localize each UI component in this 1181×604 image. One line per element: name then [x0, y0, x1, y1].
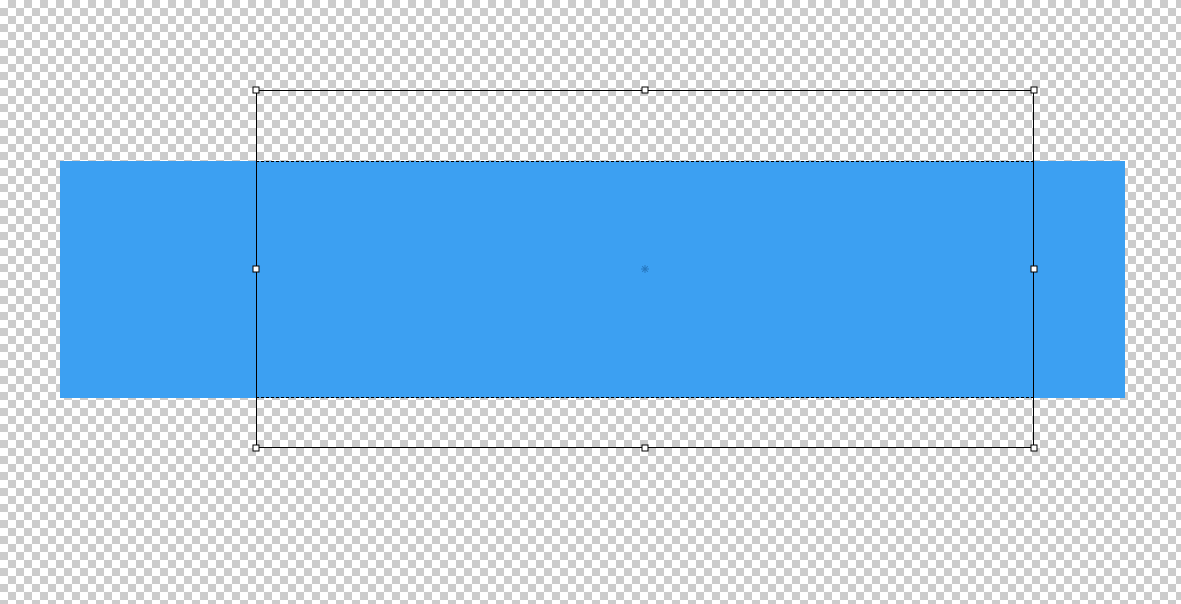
- transform-handle-middle-left[interactable]: [253, 266, 260, 273]
- transform-handle-middle-right[interactable]: [1031, 266, 1038, 273]
- transform-handle-top-left[interactable]: [253, 87, 260, 94]
- shape-rectangle[interactable]: [60, 161, 1125, 398]
- transform-handle-bottom-middle[interactable]: [642, 445, 649, 452]
- transform-handle-bottom-left[interactable]: [253, 445, 260, 452]
- transform-handle-top-middle[interactable]: [642, 87, 649, 94]
- transform-handle-top-right[interactable]: [1031, 87, 1038, 94]
- transform-handle-bottom-right[interactable]: [1031, 445, 1038, 452]
